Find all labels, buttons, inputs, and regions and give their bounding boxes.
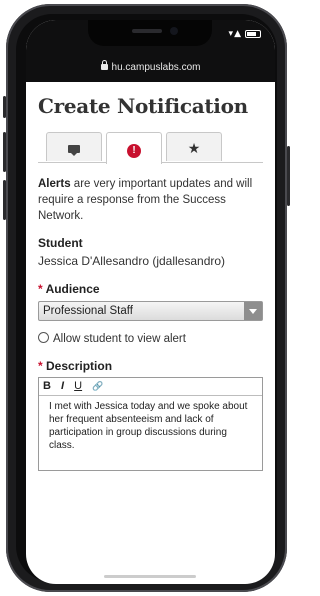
- required-indicator: *: [38, 282, 43, 296]
- allow-student-view-checkbox[interactable]: [38, 332, 49, 344]
- audience-select[interactable]: Professional Staff: [38, 301, 263, 321]
- audience-section: * Audience Professional Staff: [38, 282, 263, 321]
- power-button: [287, 146, 290, 206]
- bold-button[interactable]: B: [43, 378, 51, 395]
- url-display[interactable]: hu.campuslabs.com: [26, 60, 275, 73]
- front-camera: [170, 27, 178, 35]
- volume-down-button: [3, 180, 6, 220]
- allow-student-view-row[interactable]: Allow student to view alert: [38, 332, 263, 345]
- speaker-grille: [132, 29, 162, 33]
- status-icons: ▾▲: [229, 29, 261, 39]
- student-label: Student: [38, 236, 83, 250]
- signal-icon: ▲: [234, 29, 242, 39]
- description-textarea[interactable]: I met with Jessica today and we spoke ab…: [39, 396, 262, 470]
- phone-screen: ▾▲ hu.campuslabs.com Create Notification…: [26, 20, 275, 584]
- mute-switch: [3, 96, 6, 118]
- browser-address-bar: ▾▲ hu.campuslabs.com: [26, 20, 275, 82]
- allow-student-view-label: Allow student to view alert: [53, 333, 186, 345]
- tab-alerts[interactable]: !: [106, 132, 162, 164]
- underline-button[interactable]: U: [74, 378, 82, 395]
- alert-icon: !: [127, 144, 141, 158]
- italic-button[interactable]: I: [61, 378, 64, 395]
- page-title: Create Notification: [38, 94, 248, 118]
- description-section: * Description B I U 🔗 I met with Jessica…: [38, 359, 263, 471]
- student-section: Student Jessica D'Allesandro (jdallesand…: [38, 236, 263, 268]
- home-indicator: [104, 575, 196, 578]
- description-editor: B I U 🔗 I met with Jessica today and we …: [38, 377, 263, 471]
- tab-favorites[interactable]: ★: [166, 132, 222, 161]
- notification-type-tabs: ! ★: [38, 128, 263, 164]
- phone-frame: ▾▲ hu.campuslabs.com Create Notification…: [3, 4, 290, 592]
- editor-toolbar: B I U 🔗: [39, 378, 262, 396]
- required-indicator: *: [38, 359, 43, 373]
- description-label-text: Description: [46, 359, 113, 373]
- audience-label: * Audience: [38, 282, 263, 296]
- battery-icon: [245, 29, 261, 38]
- volume-up-button: [3, 132, 6, 172]
- alert-description: Alerts are very important updates and wi…: [38, 176, 263, 224]
- description-label: * Description: [38, 359, 263, 373]
- url-text: hu.campuslabs.com: [111, 62, 201, 73]
- audience-label-text: Audience: [45, 282, 100, 296]
- chevron-down-icon: [244, 302, 262, 320]
- link-icon[interactable]: 🔗: [92, 378, 103, 395]
- star-icon: ★: [187, 141, 201, 157]
- notch: [88, 20, 212, 46]
- audience-selected-value: Professional Staff: [43, 305, 133, 317]
- alert-description-text: are very important updates and will requ…: [38, 178, 253, 222]
- page-content: Create Notification ! ★ Alerts are very …: [26, 82, 275, 584]
- alerts-term: Alerts: [38, 178, 71, 190]
- tab-notes[interactable]: [46, 132, 102, 161]
- lock-icon: [100, 60, 108, 71]
- student-name: Jessica D'Allesandro (jdallesandro): [38, 254, 226, 268]
- speech-bubble-icon: [68, 145, 80, 156]
